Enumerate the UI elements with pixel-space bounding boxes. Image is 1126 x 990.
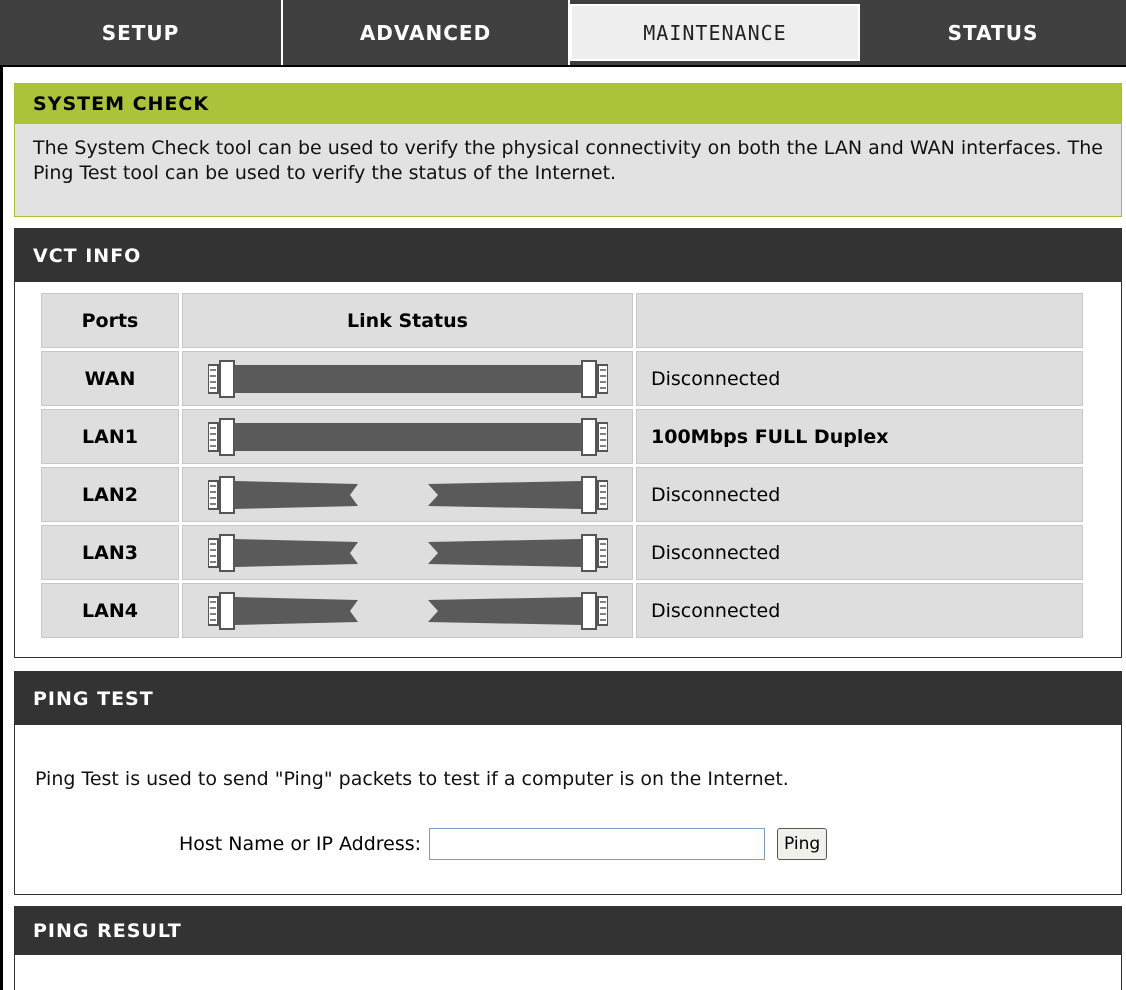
- system-check-title: SYSTEM CHECK: [15, 84, 1121, 124]
- system-check-description: The System Check tool can be used to ver…: [33, 137, 1103, 184]
- port-name: LAN1: [41, 409, 179, 464]
- link-status-text: Disconnected: [636, 467, 1083, 522]
- link-status-text: Disconnected: [636, 583, 1083, 638]
- connected-cable-icon: [207, 417, 608, 456]
- link-status-text: 100Mbps FULL Duplex: [636, 409, 1083, 464]
- tab-advanced[interactable]: ADVANCED: [283, 0, 570, 65]
- vct-row-lan2: LAN2 Disconnected: [41, 467, 1099, 522]
- top-tab-bar: SETUP ADVANCED MAINTENANCE STATUS: [0, 0, 1126, 67]
- ping-result-title: PING RESULT: [15, 907, 1121, 955]
- link-status-graphic: [182, 467, 633, 522]
- port-name: WAN: [41, 351, 179, 406]
- ports-header: Ports: [41, 293, 179, 348]
- connected-cable-icon: [207, 359, 608, 398]
- tab-maintenance[interactable]: MAINTENANCE: [570, 4, 860, 61]
- link-status-graphic: [182, 525, 633, 580]
- link-status-header: Link Status: [182, 293, 633, 348]
- status-header: [636, 293, 1083, 348]
- vct-row-lan4: LAN4 Disconnected: [41, 583, 1099, 638]
- system-check-section: SYSTEM CHECK The System Check tool can b…: [14, 83, 1122, 217]
- vct-info-section: VCT INFO Ports Link Status WAN Disconnect…: [14, 228, 1122, 658]
- host-field-row: Host Name or IP Address: Ping: [179, 828, 828, 860]
- host-label: Host Name or IP Address:: [179, 833, 422, 855]
- vct-header-row: Ports Link Status: [41, 293, 1099, 348]
- ping-test-section: PING TEST Ping Test is used to send "Pin…: [14, 671, 1122, 895]
- port-name: LAN4: [41, 583, 179, 638]
- ping-test-description: Ping Test is used to send "Ping" packets…: [35, 768, 789, 790]
- link-status-text: Disconnected: [636, 525, 1083, 580]
- host-input[interactable]: [429, 828, 766, 860]
- tab-setup[interactable]: SETUP: [0, 0, 283, 65]
- disconnected-cable-icon: [207, 533, 608, 572]
- link-status-graphic: [182, 409, 633, 464]
- port-name: LAN3: [41, 525, 179, 580]
- vct-row-wan: WAN Disconnected: [41, 351, 1099, 406]
- link-status-graphic: [182, 351, 633, 406]
- disconnected-cable-icon: [207, 475, 608, 514]
- port-name: LAN2: [41, 467, 179, 522]
- vct-table: Ports Link Status WAN Disconnected LAN1 100…: [41, 293, 1099, 641]
- vct-row-lan1: LAN1 100Mbps FULL Duplex: [41, 409, 1099, 464]
- ping-button[interactable]: Ping: [777, 828, 828, 860]
- link-status-text: Disconnected: [636, 351, 1083, 406]
- ping-test-title: PING TEST: [15, 672, 1121, 725]
- vct-info-title: VCT INFO: [15, 229, 1121, 282]
- ping-result-section: PING RESULT: [14, 906, 1122, 990]
- vct-row-lan3: LAN3 Disconnected: [41, 525, 1099, 580]
- disconnected-cable-icon: [207, 591, 608, 630]
- tab-status[interactable]: STATUS: [860, 0, 1126, 65]
- link-status-graphic: [182, 583, 633, 638]
